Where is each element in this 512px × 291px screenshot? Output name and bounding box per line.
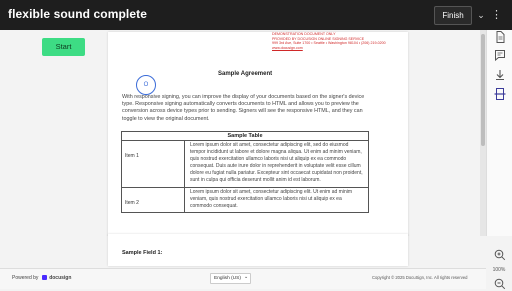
chevron-down-icon[interactable]: ⌄ (476, 8, 486, 22)
document-viewer: Start DEMONSTRATION DOCUMENT ONLY PROVID… (0, 30, 486, 236)
right-toolbar (486, 30, 512, 290)
zoom-out-icon[interactable] (493, 277, 507, 291)
finish-button[interactable]: Finish (434, 6, 472, 25)
intro-paragraph: With responsive signing, you can improve… (122, 94, 365, 122)
zoom-in-icon[interactable] (493, 248, 507, 262)
demo-banner: DEMONSTRATION DOCUMENT ONLY PROVIDED BY … (272, 32, 412, 50)
table-cell-text: Lorem ipsum dolor sit amet, consectetur … (184, 140, 369, 188)
start-button[interactable]: Start (42, 38, 85, 56)
comment-icon[interactable] (493, 48, 507, 62)
top-bar: flexible sound complete Finish ⌄ ⋮ (0, 0, 512, 30)
table-cell-label: Item 1 (121, 140, 185, 188)
more-options-icon[interactable]: ⋮ (491, 8, 502, 22)
table-cell-text: Lorem ipsum dolor sit amet, consectetur … (184, 186, 369, 213)
table-row: Item 1 Lorem ipsum dolor sit amet, conse… (121, 140, 369, 188)
document-icon[interactable] (493, 30, 507, 44)
sample-table: Sample Table Item 1 Lorem ipsum dolor si… (121, 131, 369, 213)
language-value: English (US) (214, 276, 241, 281)
document-title: flexible sound complete (8, 7, 147, 21)
language-select[interactable]: English (US) ⌄ (210, 273, 251, 284)
signing-marker[interactable]: O (136, 75, 156, 95)
footer-bar: Powered by docusign English (US) ⌄ Copyr… (0, 268, 486, 289)
table-row: Item 2 Lorem ipsum dolor sit amet, conse… (121, 186, 369, 213)
powered-by-label: Powered by (12, 275, 39, 281)
zoom-level: 100% (492, 267, 506, 273)
table-cell-label: Item 2 (121, 186, 185, 213)
table-title: Sample Table (121, 131, 369, 141)
demo-banner-link[interactable]: www.docusign.com (272, 46, 412, 51)
download-icon[interactable] (493, 68, 507, 82)
sample-field-label: Sample Field 1: (122, 250, 163, 256)
powered-by: Powered by docusign (12, 275, 71, 281)
chevron-down-icon: ⌄ (243, 275, 248, 280)
scrollbar-thumb[interactable] (481, 34, 485, 146)
copyright: Copyright © 2025 DocuSign, Inc. All righ… (372, 275, 468, 280)
brand-name: docusign (49, 275, 72, 281)
page-heading: Sample Agreement (218, 71, 273, 77)
docusign-logo-icon (41, 275, 47, 280)
print-icon[interactable] (493, 87, 507, 101)
